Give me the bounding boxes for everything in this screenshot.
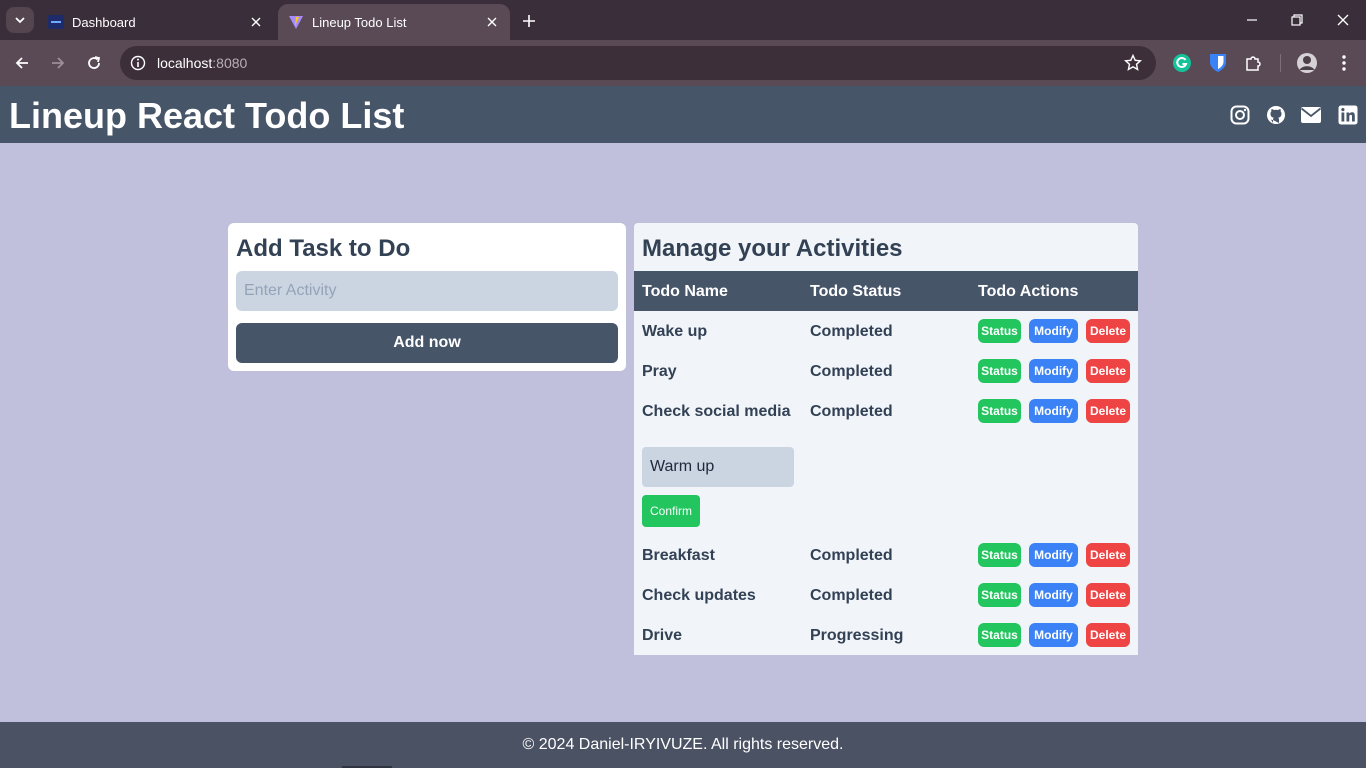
column-header-status: Todo Status [810,283,902,300]
table-row: Breakfast Completed Status Modify Delete [634,535,1138,575]
modify-button[interactable]: Modify [1029,359,1078,383]
add-task-heading: Add Task to Do [236,235,411,262]
edit-todo-input[interactable] [642,447,794,487]
table-row: Check social media Completed Status Modi… [634,391,1138,431]
profile-avatar[interactable] [1295,51,1319,75]
kebab-menu-icon[interactable] [1332,51,1356,75]
modify-button[interactable]: Modify [1029,583,1078,607]
modify-button[interactable]: Modify [1029,319,1078,343]
site-info-icon[interactable] [129,54,147,72]
status-button[interactable]: Status [978,583,1021,607]
table-header: Todo Name Todo Status Todo Actions [634,271,1138,311]
todo-name: Pray [642,363,677,380]
url-host: localhost [157,55,213,71]
todo-name: Wake up [642,323,708,340]
todo-name: Check updates [642,587,756,604]
delete-button[interactable]: Delete [1086,623,1130,647]
modify-button[interactable]: Modify [1029,399,1078,423]
dashboard-favicon-icon [48,15,64,29]
table-row: Check updates Completed Status Modify De… [634,575,1138,615]
page-footer: © 2024 Daniel-IRYIVUZE. All rights reser… [0,722,1366,768]
page-title: Lineup React Todo List [9,95,405,136]
github-icon[interactable] [1265,104,1287,126]
delete-button[interactable]: Delete [1086,319,1130,343]
status-button[interactable]: Status [978,623,1021,647]
forward-arrow-icon[interactable] [46,51,70,75]
confirm-button[interactable]: Confirm [642,495,700,527]
delete-button[interactable]: Delete [1086,399,1130,423]
envelope-icon[interactable] [1300,104,1322,126]
browser-tabstrip: Dashboard Lineup Todo List [0,0,1366,40]
minimize-icon[interactable] [1240,8,1264,32]
todo-status: Completed [810,587,893,604]
column-header-name: Todo Name [642,283,728,300]
add-task-card: Add Task to Do Add now [228,223,626,371]
toolbar-separator [1280,54,1281,72]
chevron-down-icon [15,17,25,24]
instagram-icon[interactable] [1229,104,1251,126]
todo-status: Progressing [810,627,904,644]
bitwarden-shield-icon[interactable] [1206,51,1230,75]
close-icon[interactable] [484,14,500,30]
modify-button[interactable]: Modify [1029,623,1078,647]
back-arrow-icon[interactable] [10,51,34,75]
delete-button[interactable]: Delete [1086,543,1130,567]
close-window-icon[interactable] [1331,8,1355,32]
url-text: localhost:8080 [157,55,247,71]
new-tab-plus-icon[interactable] [518,10,540,32]
modify-button[interactable]: Modify [1029,543,1078,567]
linkedin-icon[interactable] [1337,104,1359,126]
restore-icon[interactable] [1285,8,1309,32]
bookmark-star-icon[interactable] [1124,54,1142,72]
todo-status: Completed [810,323,893,340]
tab-title: Lineup Todo List [312,14,407,30]
todo-name: Breakfast [642,547,715,564]
extensions-puzzle-icon[interactable] [1242,51,1266,75]
tab-title: Dashboard [72,14,136,30]
app-header: Lineup React Todo List [0,86,1366,143]
vite-favicon-icon [289,16,303,29]
status-button[interactable]: Status [978,319,1021,343]
todo-name: Drive [642,627,683,644]
table-row: Wake up Completed Status Modify Delete [634,311,1138,351]
manage-activities-card: Manage your Activities Todo Name Todo St… [634,223,1138,655]
todo-status: Completed [810,403,893,420]
reload-icon[interactable] [82,51,106,75]
status-button[interactable]: Status [978,543,1021,567]
delete-button[interactable]: Delete [1086,359,1130,383]
column-header-actions: Todo Actions [978,283,1079,300]
tab-lineup-todo-list[interactable]: Lineup Todo List [278,4,510,40]
table-row: Drive Progressing Status Modify Delete [634,615,1138,655]
status-button[interactable]: Status [978,359,1021,383]
tab-dashboard[interactable]: Dashboard [38,4,274,40]
tab-search-button[interactable] [6,7,34,33]
todo-status: Completed [810,363,893,380]
todo-name: Check social media [642,403,791,420]
address-bar[interactable]: localhost:8080 [120,46,1156,80]
delete-button[interactable]: Delete [1086,583,1130,607]
copyright-text: © 2024 Daniel-IRYIVUZE. All rights reser… [522,736,844,753]
close-icon[interactable] [248,14,264,30]
browser-toolbar: localhost:8080 [0,40,1366,86]
manage-heading: Manage your Activities [642,235,903,262]
todo-status: Completed [810,547,893,564]
activity-input[interactable] [236,271,618,311]
grammarly-icon[interactable] [1170,51,1194,75]
table-row: Pray Completed Status Modify Delete [634,351,1138,391]
status-button[interactable]: Status [978,399,1021,423]
add-now-button[interactable]: Add now [236,323,618,363]
url-port: :8080 [212,55,248,71]
